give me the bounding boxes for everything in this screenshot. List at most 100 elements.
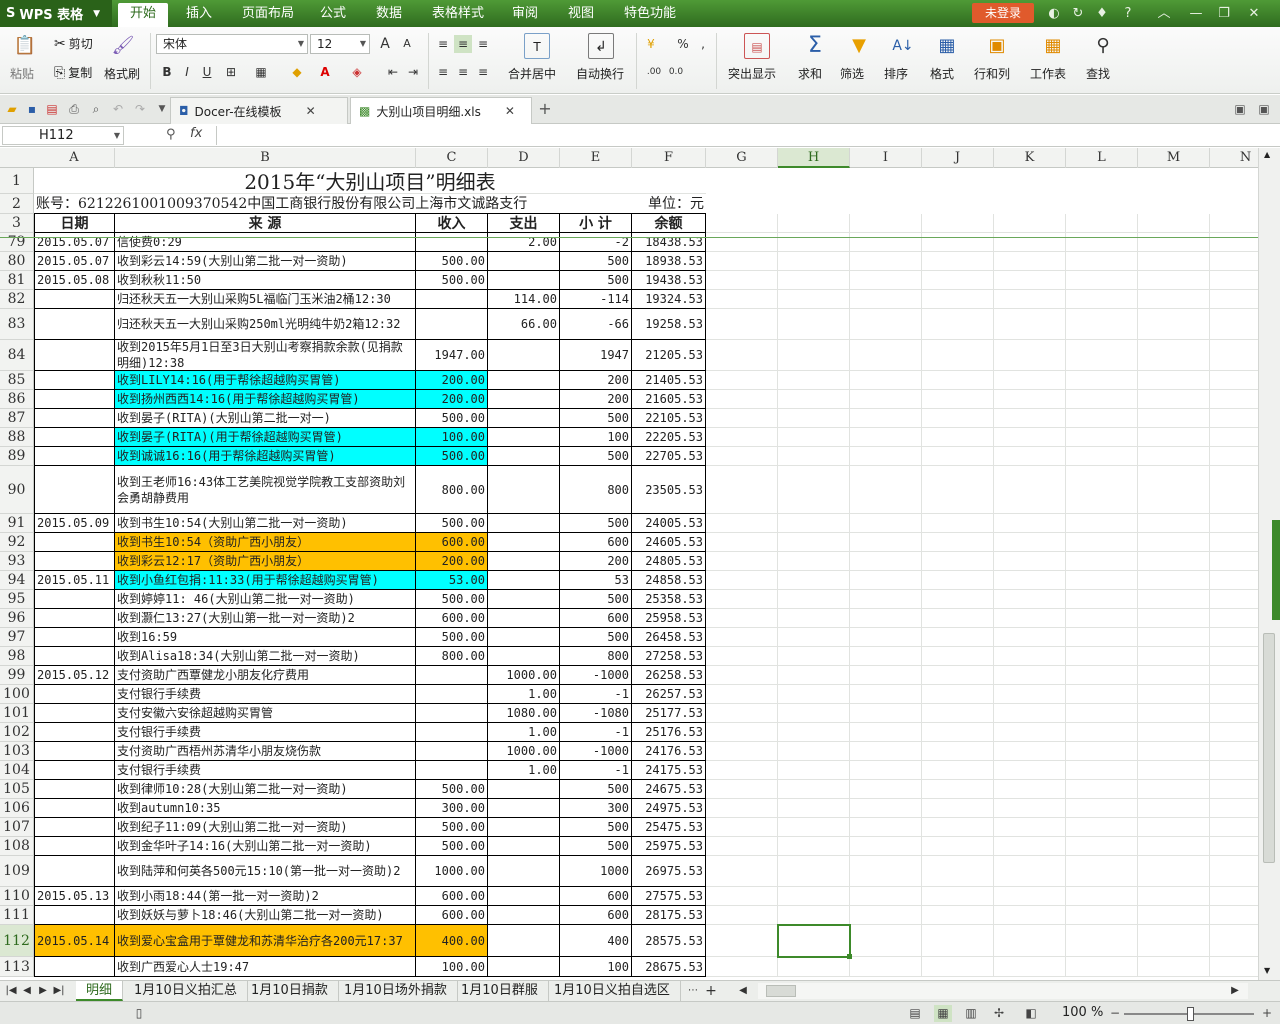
cell-balance[interactable]: 22205.53 xyxy=(632,428,706,447)
empty-cell[interactable] xyxy=(994,685,1066,704)
cell-income[interactable]: 1000.00 xyxy=(416,856,488,887)
empty-cell[interactable] xyxy=(1210,233,1258,252)
column-header-a[interactable]: A xyxy=(34,148,115,168)
cell-date[interactable]: 2015.05.07 xyxy=(34,252,115,271)
cell-subtotal[interactable]: -1080 xyxy=(560,704,632,723)
empty-cell[interactable] xyxy=(1066,552,1138,571)
empty-cell[interactable] xyxy=(706,409,778,428)
cell-expense[interactable] xyxy=(488,590,560,609)
column-header-k[interactable]: K xyxy=(994,148,1066,168)
empty-cell[interactable] xyxy=(850,466,922,514)
login-button[interactable]: 未登录 xyxy=(972,3,1034,23)
empty-cell[interactable] xyxy=(1066,666,1138,685)
empty-cell[interactable] xyxy=(922,761,994,780)
cell-expense[interactable] xyxy=(488,647,560,666)
cell-source[interactable]: 收到王老师16:43体工艺美院视觉学院教工支部资助刘会勇胡静费用 xyxy=(115,466,416,514)
empty-cell[interactable] xyxy=(994,723,1066,742)
cell-subtotal[interactable]: 500 xyxy=(560,514,632,533)
empty-cell[interactable] xyxy=(850,533,922,552)
last-sheet-icon[interactable]: ▶| xyxy=(52,983,66,999)
app-menu-button[interactable]: S WPS 表格 ▼ xyxy=(0,0,112,27)
cell-balance[interactable]: 24605.53 xyxy=(632,533,706,552)
add-sheet-icon[interactable]: + xyxy=(704,983,718,999)
cell-source[interactable]: 收到秋秋11:50 xyxy=(115,271,416,290)
cell-subtotal[interactable]: 500 xyxy=(560,447,632,466)
empty-cell[interactable] xyxy=(706,818,778,837)
percent-button[interactable]: % xyxy=(674,35,692,53)
scroll-down-icon[interactable]: ▼ xyxy=(1264,966,1270,975)
empty-cell[interactable] xyxy=(850,214,922,233)
cell-date[interactable] xyxy=(34,309,115,340)
empty-cell[interactable] xyxy=(778,837,850,856)
cell-subtotal[interactable]: 100 xyxy=(560,428,632,447)
cell-source[interactable]: 收到晏子(RITA)(大别山第二批一对一) xyxy=(115,409,416,428)
row-header-92[interactable]: 92 xyxy=(0,533,34,552)
empty-cell[interactable] xyxy=(850,887,922,906)
empty-cell[interactable] xyxy=(922,925,994,957)
empty-cell[interactable] xyxy=(850,309,922,340)
cell-source[interactable]: 收到金华叶子14:16(大别山第二批一对一资助) xyxy=(115,837,416,856)
sort-icon[interactable]: A↓ xyxy=(890,33,916,59)
empty-cell[interactable] xyxy=(922,906,994,925)
cell-expense[interactable] xyxy=(488,818,560,837)
empty-cell[interactable] xyxy=(850,818,922,837)
empty-cell[interactable] xyxy=(1138,390,1210,409)
cell-expense[interactable] xyxy=(488,799,560,818)
close-icon[interactable]: ✕ xyxy=(505,104,515,118)
empty-cell[interactable] xyxy=(850,704,922,723)
empty-cell[interactable] xyxy=(706,666,778,685)
cell-date[interactable] xyxy=(34,647,115,666)
row-header-113[interactable]: 113 xyxy=(0,957,34,977)
cell-source[interactable]: 支付安徽六安徐超越购买胃管 xyxy=(115,704,416,723)
sheet-tab-auction-summary[interactable]: 1月10日义拍汇总 xyxy=(124,981,248,1001)
cell-date[interactable]: 2015.05.12 xyxy=(34,666,115,685)
empty-cell[interactable] xyxy=(922,887,994,906)
cell-expense[interactable] xyxy=(488,390,560,409)
horizontal-scrollbar[interactable] xyxy=(758,983,1248,999)
empty-cell[interactable] xyxy=(922,409,994,428)
menu-tab-data[interactable]: 数据 xyxy=(364,0,414,27)
empty-cell[interactable] xyxy=(1066,371,1138,390)
empty-cell[interactable] xyxy=(706,628,778,647)
row-header-83[interactable]: 83 xyxy=(0,309,34,340)
cell-income[interactable]: 200.00 xyxy=(416,371,488,390)
empty-cell[interactable] xyxy=(994,925,1066,957)
outdent-icon[interactable]: ⇤ xyxy=(384,63,402,81)
empty-cell[interactable] xyxy=(1138,609,1210,628)
cell-expense[interactable] xyxy=(488,906,560,925)
cell-subtotal[interactable]: 600 xyxy=(560,533,632,552)
cell-subtotal[interactable]: 800 xyxy=(560,466,632,514)
empty-cell[interactable] xyxy=(1138,761,1210,780)
empty-cell[interactable] xyxy=(1138,799,1210,818)
cell-date[interactable] xyxy=(34,409,115,428)
column-header-b[interactable]: B xyxy=(115,148,416,168)
empty-cell[interactable] xyxy=(922,837,994,856)
empty-cell[interactable] xyxy=(706,925,778,957)
row-header-79[interactable]: 79 xyxy=(0,233,34,252)
empty-cell[interactable] xyxy=(994,887,1066,906)
empty-cell[interactable] xyxy=(994,590,1066,609)
empty-cell[interactable] xyxy=(994,533,1066,552)
font-size-select[interactable]: 12 ▼ xyxy=(310,34,370,54)
cell-expense[interactable] xyxy=(488,957,560,977)
empty-cell[interactable] xyxy=(1138,925,1210,957)
empty-cell[interactable] xyxy=(850,552,922,571)
empty-cell[interactable] xyxy=(850,390,922,409)
cell-source[interactable]: 收到小雨18:44(第一批一对一资助)2 xyxy=(115,887,416,906)
empty-cell[interactable] xyxy=(778,409,850,428)
empty-cell[interactable] xyxy=(706,799,778,818)
align-middle-icon[interactable]: ≡ xyxy=(454,35,472,53)
empty-cell[interactable] xyxy=(994,666,1066,685)
cell-income[interactable]: 800.00 xyxy=(416,647,488,666)
empty-cell[interactable] xyxy=(1138,214,1210,233)
clear-format-icon[interactable]: ◈ xyxy=(348,63,366,81)
cell-source[interactable]: 收到彩云14:59(大别山第二批一对一资助) xyxy=(115,252,416,271)
empty-cell[interactable] xyxy=(994,290,1066,309)
fill-handle[interactable] xyxy=(847,954,852,959)
horizontal-scroll-thumb[interactable] xyxy=(766,985,796,997)
cell-expense[interactable]: 1080.00 xyxy=(488,704,560,723)
font-color-icon[interactable]: A xyxy=(316,63,334,81)
filter-button[interactable]: 筛选 xyxy=(840,65,864,82)
empty-cell[interactable] xyxy=(1210,466,1258,514)
cell-income[interactable] xyxy=(416,685,488,704)
